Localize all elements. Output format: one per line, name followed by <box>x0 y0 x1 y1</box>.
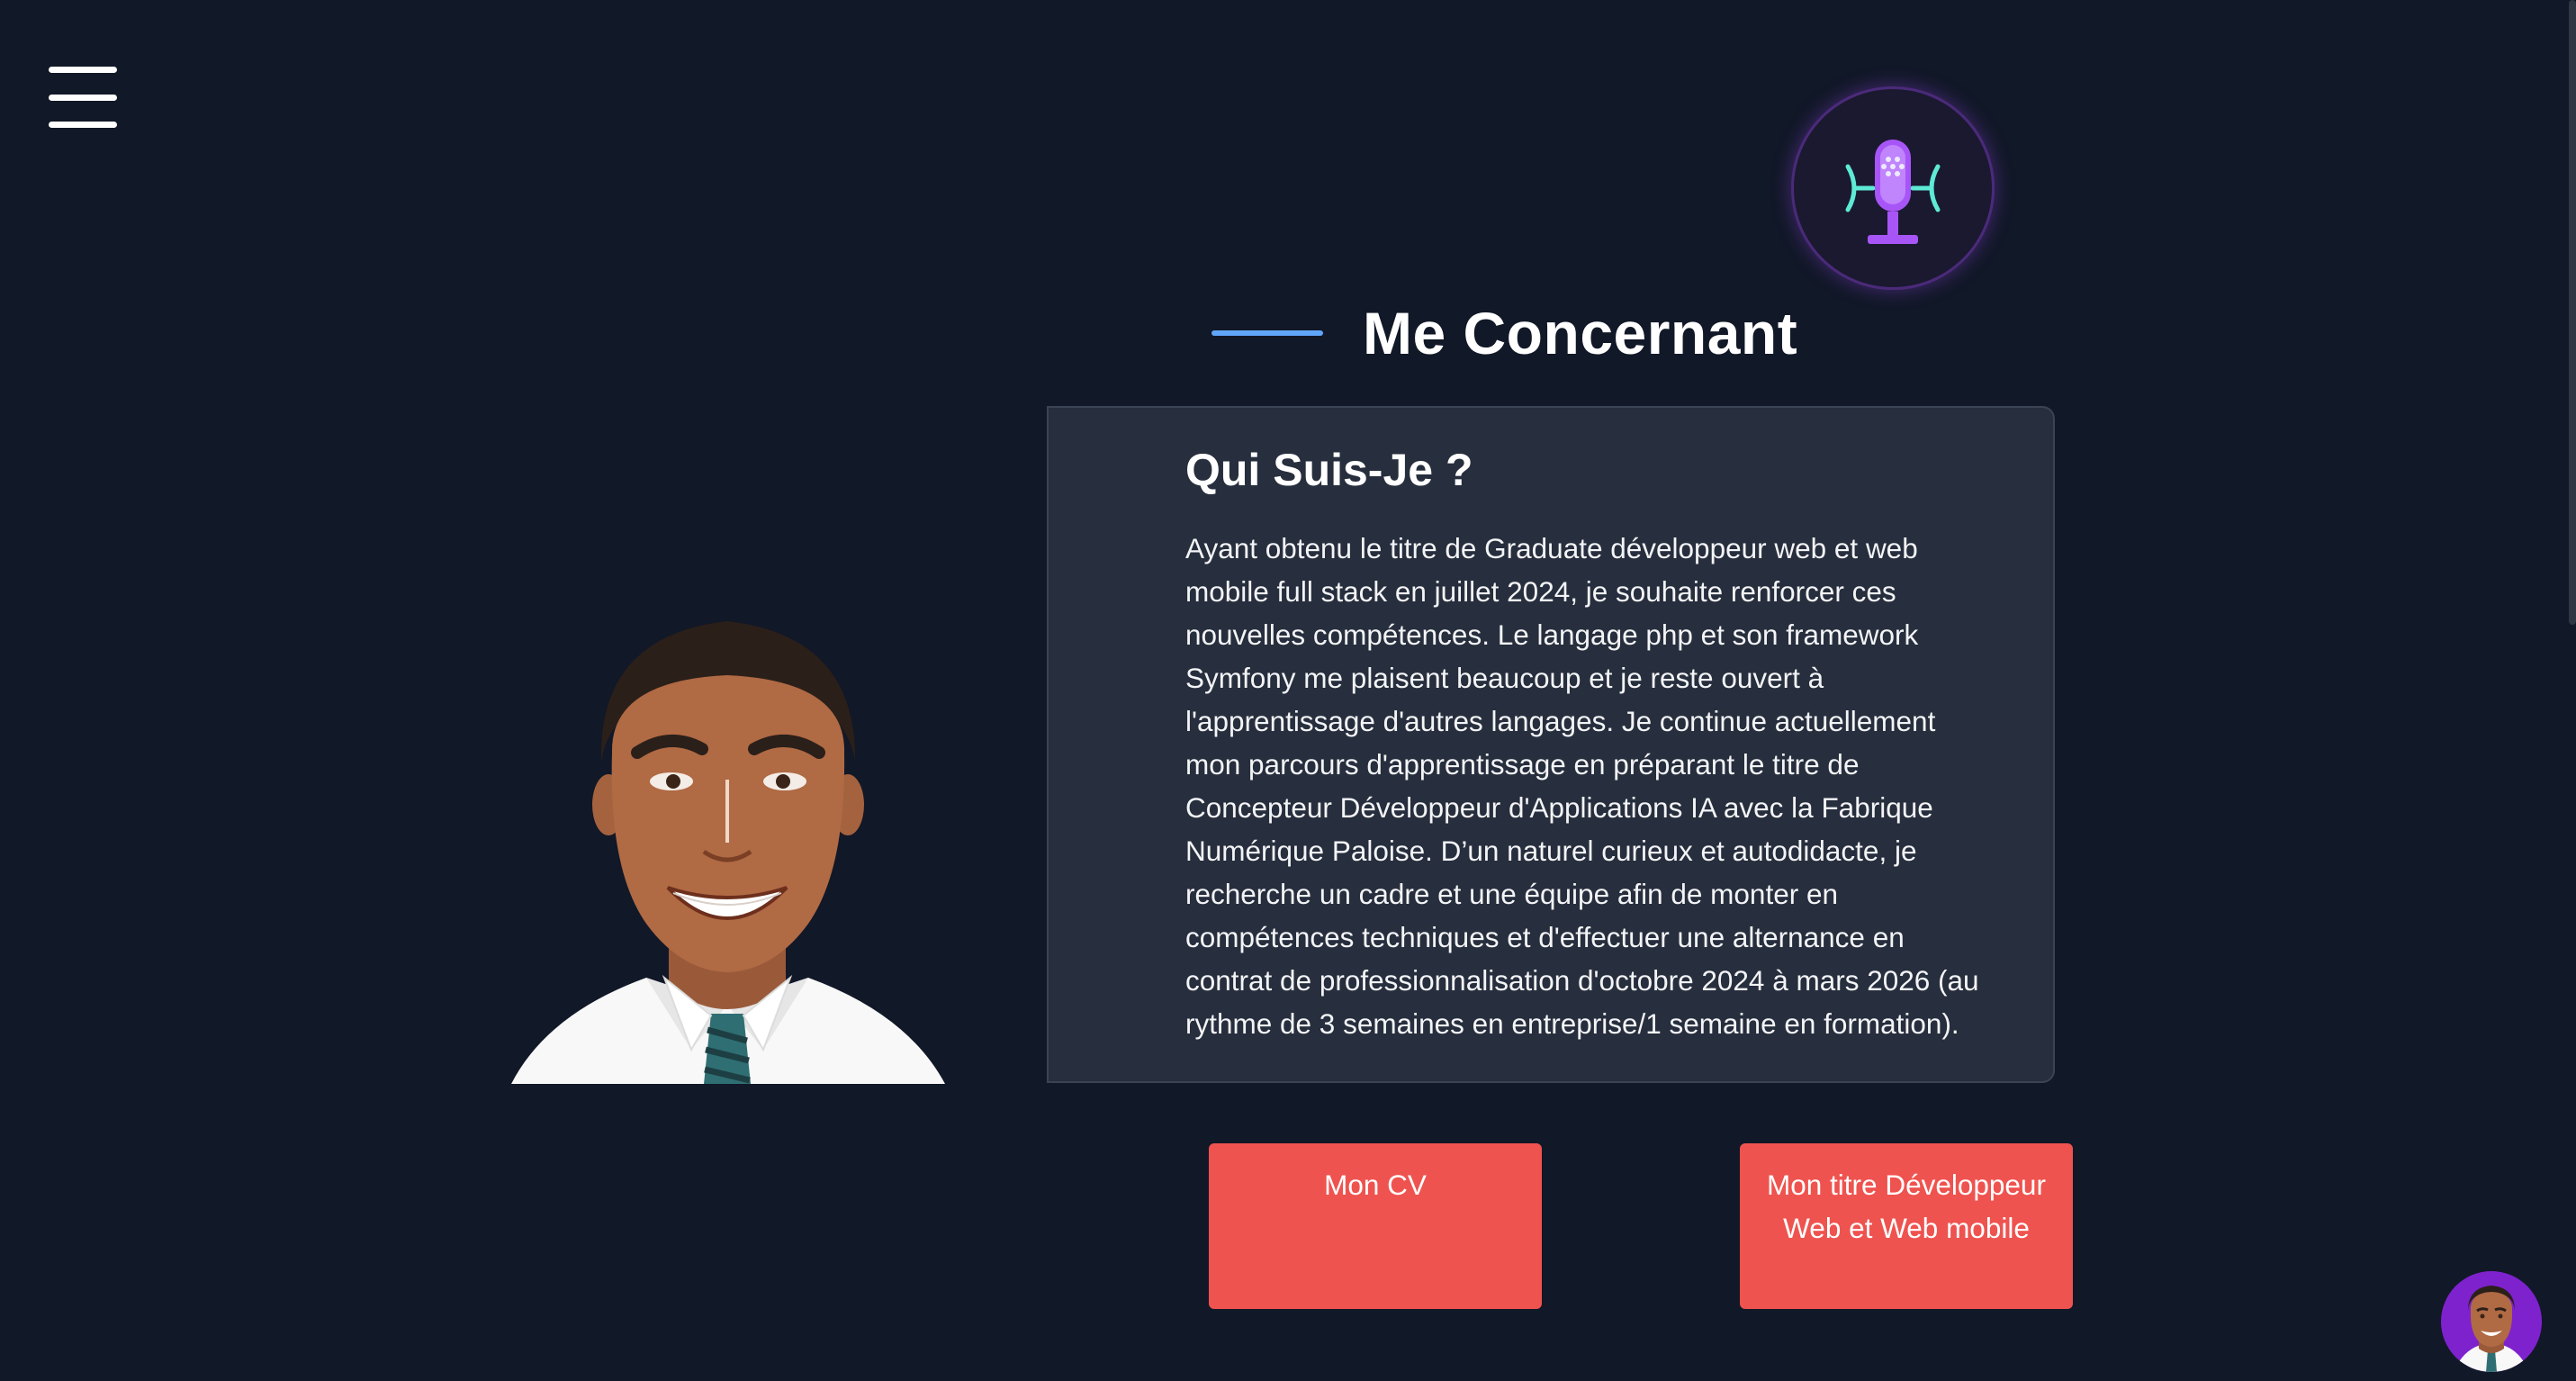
about-text: Ayant obtenu le titre de Graduate dévelo… <box>1185 532 1979 1040</box>
scrollbar[interactable] <box>2569 0 2576 1381</box>
hamburger-bar <box>49 122 117 128</box>
voice-assistant-button[interactable] <box>1791 86 1995 290</box>
microphone-icon <box>1845 140 1941 244</box>
hamburger-bar <box>49 67 117 73</box>
section-title: Me Concernant <box>1363 300 1798 366</box>
scrollbar-thumb[interactable] <box>2569 0 2576 625</box>
hamburger-bar <box>49 94 117 101</box>
page: Me Concernant Qui Suis-Je ? Ayant obtenu… <box>0 0 2576 1381</box>
hamburger-menu-icon[interactable] <box>49 67 117 128</box>
cv-button[interactable]: Mon CV <box>1209 1143 1542 1309</box>
cartoon-portrait-image <box>511 621 945 1084</box>
profile-avatar <box>511 582 945 1084</box>
chatbot-avatar-icon[interactable] <box>2441 1271 2542 1372</box>
chatbot-avatar-image <box>2441 1271 2542 1372</box>
diploma-button[interactable]: Mon titre Développeur Web et Web mobile <box>1740 1143 2073 1309</box>
title-accent-line <box>1211 330 1323 336</box>
about-heading: Qui Suis-Je ? <box>1185 445 1473 495</box>
section-header: Me Concernant <box>1211 293 1797 373</box>
about-card: Qui Suis-Je ? Ayant obtenu le titre de G… <box>1047 406 2055 1083</box>
